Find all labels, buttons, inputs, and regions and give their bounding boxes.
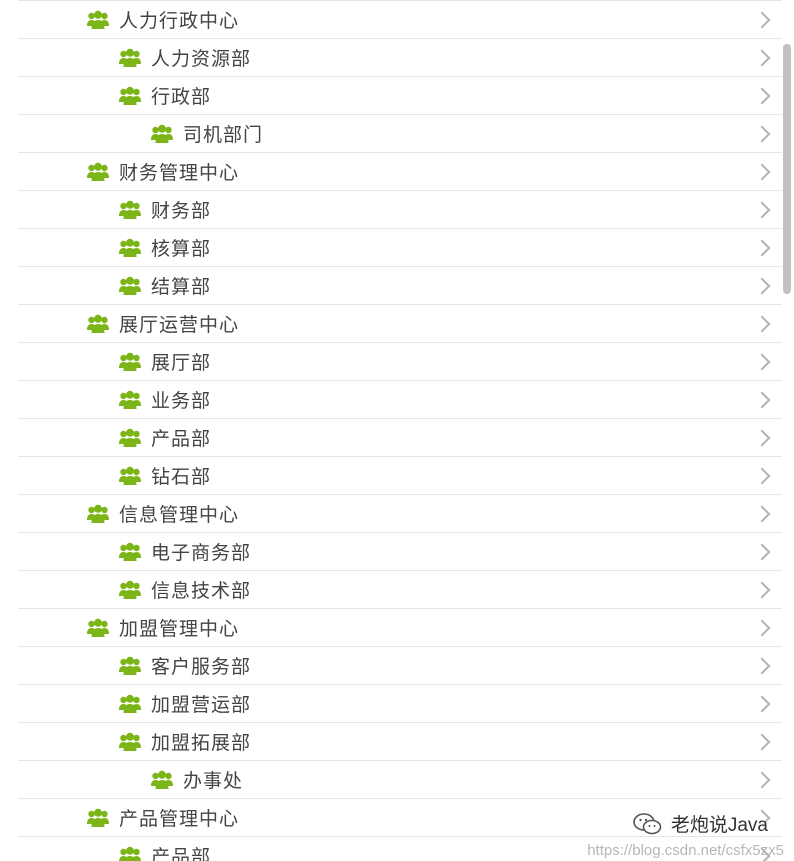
- group-users-icon: [87, 10, 109, 30]
- chevron-right-icon[interactable]: [753, 239, 771, 256]
- group-users-icon: [119, 200, 141, 220]
- tree-row[interactable]: 行政部: [18, 77, 782, 115]
- tree-row-label: 加盟拓展部: [151, 732, 252, 754]
- tree-row[interactable]: 财务部: [18, 191, 782, 229]
- tree-row[interactable]: 电子商务部: [18, 533, 782, 571]
- tree-row-label: 司机部门: [183, 124, 264, 146]
- tree-row-label: 办事处: [183, 770, 244, 792]
- chevron-right-icon[interactable]: [753, 315, 771, 332]
- department-tree-view: 人力行政中心人力资源部行政部司机部门财务管理中心 财务部核算部结算部展厅运营中心展…: [0, 0, 794, 861]
- tree-row[interactable]: 加盟营运部: [18, 685, 782, 723]
- tree-row[interactable]: 加盟管理中心: [18, 609, 782, 647]
- tree-row[interactable]: 加盟拓展部: [18, 723, 782, 761]
- tree-row-label: 人力资源部: [151, 48, 252, 70]
- chevron-right-icon[interactable]: [753, 277, 771, 294]
- group-users-icon: [119, 390, 141, 410]
- group-users-icon: [87, 618, 109, 638]
- group-users-icon: [119, 428, 141, 448]
- brand-text: 老炮说Java: [670, 815, 768, 836]
- tree-row-label: 财务管理中心: [119, 162, 240, 184]
- chevron-right-icon[interactable]: [753, 771, 771, 788]
- chevron-right-icon[interactable]: [753, 11, 771, 28]
- tree-row-label: 客户服务部: [151, 656, 252, 678]
- tree-row[interactable]: 展厅部: [18, 343, 782, 381]
- tree-row[interactable]: 办事处: [18, 761, 782, 799]
- group-users-icon: [119, 86, 141, 106]
- chevron-right-icon[interactable]: [753, 125, 771, 142]
- tree-row[interactable]: 结算部: [18, 267, 782, 305]
- vertical-scrollbar[interactable]: [783, 44, 791, 294]
- tree-row-label: 加盟管理中心: [119, 618, 240, 640]
- wechat-brand-overlay: 老炮说Java: [633, 810, 768, 837]
- department-tree: 人力行政中心人力资源部行政部司机部门财务管理中心 财务部核算部结算部展厅运营中心展…: [18, 0, 782, 861]
- chevron-right-icon[interactable]: [753, 87, 771, 104]
- group-users-icon: [119, 846, 141, 861]
- group-users-icon: [151, 124, 173, 144]
- chevron-right-icon[interactable]: [753, 163, 771, 180]
- chevron-right-icon[interactable]: [753, 353, 771, 370]
- wechat-icon: [633, 812, 663, 836]
- tree-row-label: 信息管理中心: [119, 504, 240, 526]
- chevron-right-icon[interactable]: [753, 657, 771, 674]
- tree-row-label: 业务部: [151, 390, 212, 412]
- tree-row-label: 人力行政中心: [119, 10, 240, 32]
- group-users-icon: [87, 162, 109, 182]
- group-users-icon: [119, 580, 141, 600]
- tree-row[interactable]: 信息管理中心: [18, 495, 782, 533]
- group-users-icon: [151, 770, 173, 790]
- tree-row[interactable]: 核算部: [18, 229, 782, 267]
- group-users-icon: [87, 504, 109, 524]
- group-users-icon: [119, 238, 141, 258]
- tree-row-label: 财务部: [151, 200, 212, 222]
- tree-row[interactable]: 产品部: [18, 419, 782, 457]
- group-users-icon: [119, 656, 141, 676]
- group-users-icon: [119, 48, 141, 68]
- group-users-icon: [119, 466, 141, 486]
- tree-row-label: 结算部: [151, 276, 212, 298]
- group-users-icon: [119, 352, 141, 372]
- tree-row-label: 产品管理中心: [119, 808, 240, 830]
- tree-row-label: 钻石部: [151, 466, 212, 488]
- tree-row[interactable]: 展厅运营中心: [18, 305, 782, 343]
- group-users-icon: [87, 314, 109, 334]
- tree-row-label: 加盟营运部: [151, 694, 252, 716]
- tree-row-label: 电子商务部: [151, 542, 252, 564]
- tree-row[interactable]: 司机部门: [18, 115, 782, 153]
- chevron-right-icon[interactable]: [753, 581, 771, 598]
- chevron-right-icon[interactable]: [753, 733, 771, 750]
- tree-row-label: 信息技术部: [151, 580, 252, 602]
- chevron-right-icon[interactable]: [753, 49, 771, 66]
- tree-row-label: 展厅部: [151, 352, 212, 374]
- tree-row[interactable]: 财务管理中心: [18, 153, 782, 191]
- tree-row-label: 产品部: [151, 846, 212, 861]
- tree-row[interactable]: 钻石部: [18, 457, 782, 495]
- chevron-right-icon[interactable]: [753, 467, 771, 484]
- chevron-right-icon[interactable]: [753, 429, 771, 446]
- tree-row[interactable]: 信息技术部: [18, 571, 782, 609]
- tree-row[interactable]: 人力资源部: [18, 39, 782, 77]
- chevron-right-icon[interactable]: [753, 619, 771, 636]
- chevron-right-icon[interactable]: [753, 391, 771, 408]
- chevron-right-icon[interactable]: [753, 505, 771, 522]
- csdn-watermark: https://blog.csdn.net/csfx5zx5: [587, 842, 784, 859]
- chevron-right-icon[interactable]: [753, 543, 771, 560]
- chevron-right-icon[interactable]: [753, 695, 771, 712]
- group-users-icon: [119, 542, 141, 562]
- group-users-icon: [119, 694, 141, 714]
- tree-row-label: 行政部: [151, 86, 212, 108]
- chevron-right-icon[interactable]: [753, 201, 771, 218]
- tree-row-label: 产品部: [151, 428, 212, 450]
- group-users-icon: [119, 732, 141, 752]
- tree-row-label: 展厅运营中心: [119, 314, 240, 336]
- tree-row[interactable]: 客户服务部: [18, 647, 782, 685]
- group-users-icon: [119, 276, 141, 296]
- tree-row-label: 核算部: [151, 238, 212, 260]
- tree-row[interactable]: 人力行政中心: [18, 1, 782, 39]
- group-users-icon: [87, 808, 109, 828]
- tree-row[interactable]: 业务部: [18, 381, 782, 419]
